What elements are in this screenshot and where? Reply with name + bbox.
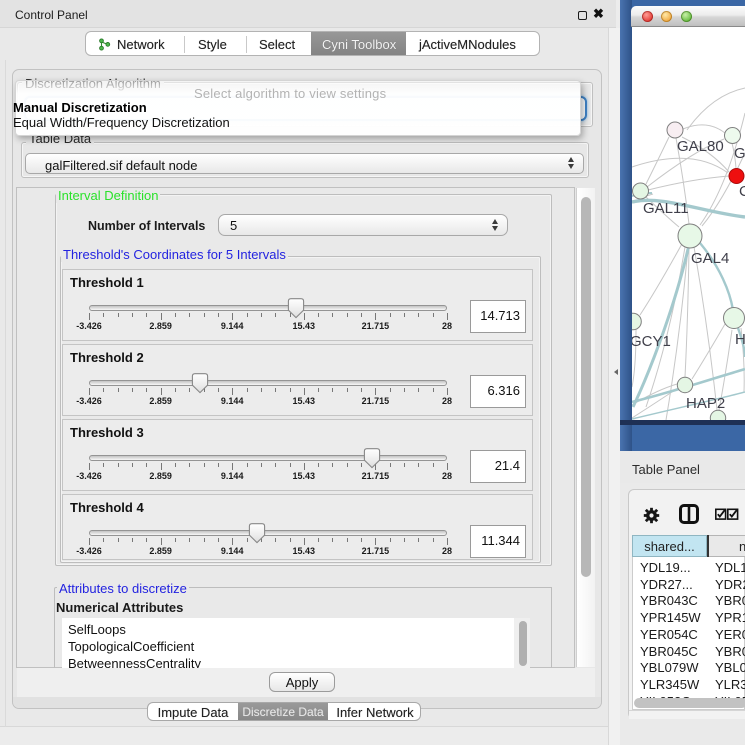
- svg-text:H: H: [735, 331, 745, 348]
- svg-text:GCY1: GCY1: [632, 333, 671, 350]
- svg-text:GAL80: GAL80: [677, 138, 724, 155]
- svg-text:GA: GA: [734, 145, 745, 162]
- svg-text:GAL4: GAL4: [691, 250, 729, 267]
- svg-text:HAP2: HAP2: [686, 395, 725, 412]
- svg-text:GAL11: GAL11: [643, 200, 689, 217]
- svg-text:C: C: [739, 183, 745, 200]
